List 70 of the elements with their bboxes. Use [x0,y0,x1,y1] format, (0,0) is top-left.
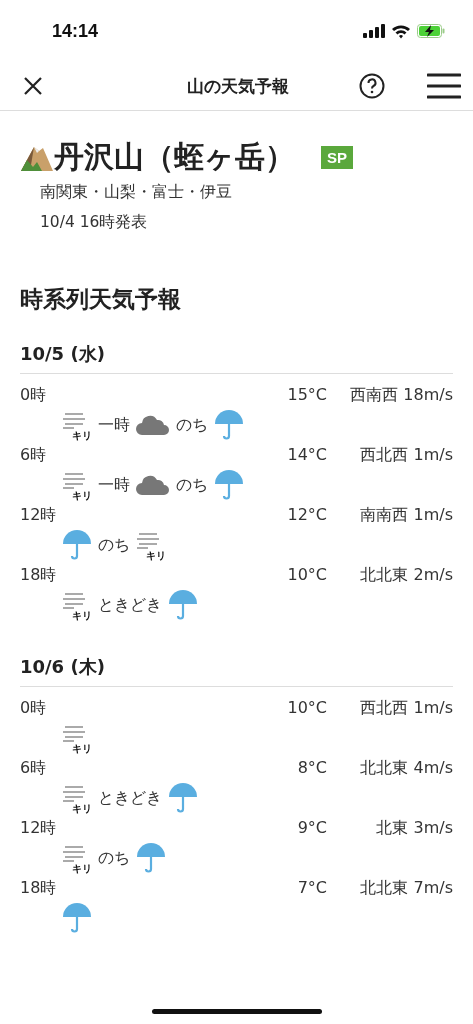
umbrella-icon [62,529,92,561]
cloud-icon [136,474,170,496]
weather-word: のち [176,414,208,436]
weather-word: ときどき [98,594,162,616]
fog-label: キリ [72,802,92,814]
temperature: 14°C [286,444,327,466]
fog-label: キリ [72,862,92,874]
mountain-name: 丹沢山（蛭ヶ岳） [54,138,295,176]
wind-reading: 西北西 1m/s [359,697,453,719]
umbrella-icon [214,469,244,501]
temperature: 15°C [286,384,327,406]
fog-icon [136,531,160,549]
wind-reading: 西南西 18m/s [349,384,453,406]
hour-label: 12時 [20,817,58,839]
umbrella-icon [136,842,166,874]
clock-time: 14:14 [52,20,99,42]
fog-label: キリ [72,609,92,621]
fog-label: キリ [72,742,92,754]
issued-time: 10/4 16時発表 [40,212,149,233]
temperature: 10°C [286,564,327,586]
hour-label: 12時 [20,504,58,526]
fog-icon [62,724,86,742]
temperature: 8°C [296,757,327,779]
hour-label: 6時 [20,757,48,779]
hour-label: 6時 [20,444,48,466]
sp-badge: SP [321,145,353,169]
fog-label: キリ [146,549,166,561]
umbrella-icon [62,902,92,934]
date-heading: 10/6 (木) [20,652,453,687]
fog-icon [62,844,86,862]
fog-icon [62,784,86,802]
temperature: 12°C [286,504,327,526]
help-button[interactable] [359,73,385,99]
temperature: 9°C [296,817,327,839]
cloud-icon [136,414,170,436]
weather-word: のち [98,534,130,556]
wind-reading: 北北東 2m/s [359,564,453,586]
weather-word: 一時 [98,474,130,496]
fog-label: キリ [72,429,92,441]
region-text: 南関東・山梨・富士・伊豆 [40,182,233,203]
weather-word: のち [98,847,130,869]
signal-icon [363,24,385,38]
umbrella-icon [214,409,244,441]
wind-reading: 北東 3m/s [375,817,453,839]
temperature: 7°C [296,877,327,899]
wind-reading: 南南西 1m/s [359,504,453,526]
date-heading: 10/5 (水) [20,339,453,374]
fog-label: キリ [72,489,92,501]
weather-word: ときどき [98,787,162,809]
fog-icon [62,591,86,609]
temperature: 10°C [286,697,327,719]
wind-reading: 北北東 4m/s [359,757,453,779]
hour-label: 0時 [20,697,48,719]
wind-reading: 北北東 7m/s [359,877,453,899]
fog-icon [62,471,86,489]
hour-label: 18時 [20,564,58,586]
umbrella-icon [168,782,198,814]
weather-word: 一時 [98,414,130,436]
page-title: 山の天気予報 [186,74,289,98]
menu-button[interactable] [427,72,461,100]
weather-word: のち [176,474,208,496]
umbrella-icon [168,589,198,621]
battery-charging-icon [417,24,445,38]
fog-icon [62,411,86,429]
hour-label: 18時 [20,877,58,899]
hour-label: 0時 [20,384,48,406]
close-button[interactable] [22,75,44,97]
section-heading: 時系列天気予報 [20,285,182,314]
wifi-icon [391,23,411,39]
wind-reading: 西北西 1m/s [359,444,453,466]
